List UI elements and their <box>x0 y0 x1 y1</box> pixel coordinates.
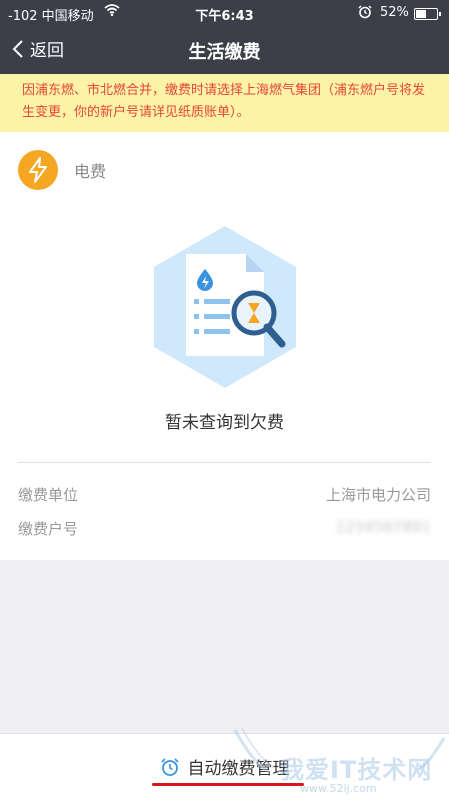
bill-type-label: 电费 <box>74 162 107 181</box>
lightning-icon <box>18 150 58 190</box>
account-value: 1234567891 <box>335 518 431 536</box>
unit-row: 缴费单位 上海市电力公司 <box>18 484 431 506</box>
account-row: 缴费户号 1234567891 <box>18 518 431 540</box>
empty-bill-illustration-icon <box>150 224 300 390</box>
bill-card: 电费 暂未查询到欠费 缴费单位 上海市电力公司 缴费户号 1234567891 <box>0 132 449 560</box>
divider <box>18 462 431 463</box>
status-bar: -102 中国移动 下午6:43 52% <box>0 0 449 26</box>
battery-percent: 52% <box>380 5 409 20</box>
watermark-url: www.52ij.com <box>300 782 377 795</box>
account-label: 缴费户号 <box>18 520 79 538</box>
alarm-clock-icon <box>358 5 372 23</box>
empty-message: 暂未查询到欠费 <box>165 413 284 433</box>
bill-type-header: 电费 <box>18 150 106 190</box>
unit-value: 上海市电力公司 <box>325 486 431 504</box>
battery-icon <box>414 8 441 20</box>
battery-level <box>416 10 427 18</box>
nav-bar: 返回 生活缴费 <box>0 26 449 74</box>
page-title: 生活缴费 <box>188 42 261 63</box>
unit-label: 缴费单位 <box>18 486 79 504</box>
alarm-clock-icon <box>160 757 179 776</box>
notice-banner: 因浦东燃、市北燃合并，缴费时请选择上海燃气集团（浦东燃户号将发生变更，你的新户号… <box>0 74 449 132</box>
watermark-text: 我爱IT技术网 <box>280 756 433 784</box>
watermark-logo: 我爱IT技术网 www.52ij.com <box>230 728 449 800</box>
notice-text: 因浦东燃、市北燃合并，缴费时请选择上海燃气集团（浦东燃户号将发生变更，你的新户号… <box>22 83 426 120</box>
